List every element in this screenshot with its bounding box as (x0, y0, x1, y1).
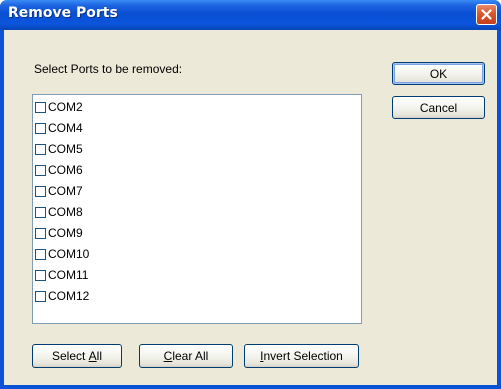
port-label: COM6 (48, 163, 83, 177)
port-list-item[interactable]: COM9 (35, 223, 83, 243)
port-list-item[interactable]: COM8 (35, 202, 83, 222)
port-list-item[interactable]: COM6 (35, 160, 83, 180)
select-all-mnemonic: A (88, 349, 97, 363)
port-label: COM4 (48, 121, 83, 135)
checkbox[interactable] (35, 206, 46, 218)
checkbox[interactable] (35, 269, 46, 281)
close-button[interactable] (476, 4, 497, 25)
checkbox[interactable] (35, 101, 46, 113)
ports-checklist[interactable]: COM2 COM4 COM5 COM6 COM7 COM8 COM9 COM10 COM11 CO… (32, 94, 362, 324)
port-label: COM8 (48, 205, 83, 219)
invert-selection-button[interactable]: Invert Selection (244, 344, 359, 368)
port-list-item[interactable]: COM12 (35, 286, 89, 306)
select-all-button[interactable]: Select All (32, 344, 122, 368)
title-bar[interactable]: Remove Ports (0, 0, 501, 30)
port-label: COM11 (48, 268, 89, 282)
window-title: Remove Ports (8, 5, 118, 21)
clear-all-label: lear All (172, 349, 209, 363)
port-label: COM9 (48, 226, 83, 240)
checkbox[interactable] (35, 164, 46, 176)
clear-all-mnemonic: C (163, 349, 173, 363)
port-label: COM2 (48, 100, 83, 114)
select-all-label-part1: Select (51, 349, 89, 363)
checkbox[interactable] (35, 143, 46, 155)
dialog-body: Select Ports to be removed: COM2 COM4 COM5… (4, 30, 497, 385)
port-list-item[interactable]: COM10 (35, 244, 89, 264)
checkbox[interactable] (35, 122, 46, 134)
dialog-window: Remove Ports Select Ports to be removed:… (0, 0, 501, 389)
ok-button[interactable]: OK (392, 62, 485, 85)
clear-all-button[interactable]: Clear All (139, 344, 233, 368)
cancel-button[interactable]: Cancel (392, 96, 485, 119)
checkbox[interactable] (35, 227, 46, 239)
port-label: COM10 (48, 247, 90, 261)
port-label: COM5 (48, 142, 83, 156)
port-label: COM7 (48, 184, 83, 198)
port-list-item[interactable]: COM11 (35, 265, 88, 285)
checkbox[interactable] (35, 248, 46, 260)
select-ports-label: Select Ports to be removed: (34, 62, 183, 76)
port-list-item[interactable]: COM4 (35, 118, 83, 138)
invert-selection-label: nvert Selection (263, 349, 343, 363)
port-list-item[interactable]: COM2 (35, 97, 83, 117)
port-label: COM12 (48, 289, 90, 303)
checkbox[interactable] (35, 185, 46, 197)
port-list-item[interactable]: COM5 (35, 139, 83, 159)
select-all-label-part2: ll (96, 349, 103, 363)
checkbox[interactable] (35, 290, 46, 302)
port-list-item[interactable]: COM7 (35, 181, 83, 201)
